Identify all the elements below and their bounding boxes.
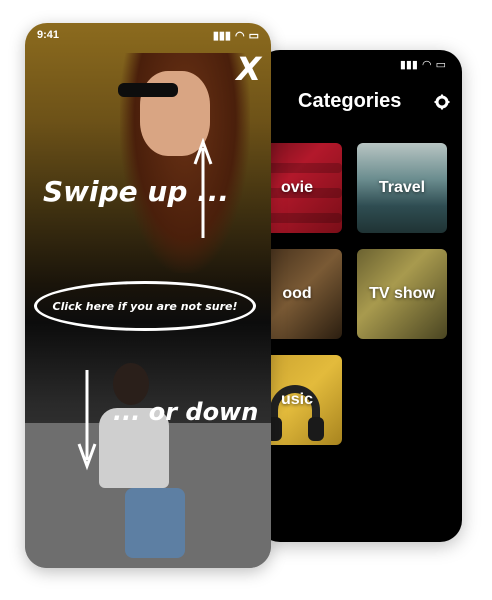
wifi-icon: ◠ xyxy=(421,59,432,71)
categories-screen: ▮▮▮ ◠ ▭ Categories ovie Travel ood TV sh… xyxy=(258,50,462,542)
sunglasses xyxy=(118,83,178,97)
battery-icon: ▭ xyxy=(435,59,446,71)
page-title: Categories xyxy=(298,90,402,112)
not-sure-label: Click here if you are not sure! xyxy=(52,299,238,313)
signal-icon: ▮▮▮ xyxy=(212,30,231,42)
swipe-tutorial-screen: 9:41 ▮▮▮ ◠ ▭ X Swipe up ... Click here i… xyxy=(25,23,271,568)
category-label: ovie xyxy=(280,179,313,196)
down-arrow-icon xyxy=(77,370,97,471)
status-icons: ▮▮▮ ◠ ▭ xyxy=(400,58,446,71)
wifi-icon: ◠ xyxy=(234,30,245,42)
category-label: TV show xyxy=(369,285,435,302)
close-button[interactable]: X xyxy=(236,53,261,85)
gear-icon[interactable] xyxy=(434,94,450,110)
category-label: Travel xyxy=(378,179,426,196)
category-tile-tv-show[interactable]: TV show xyxy=(357,249,447,339)
battery-icon: ▭ xyxy=(248,30,259,42)
status-bar: 9:41 ▮▮▮ ◠ ▭ xyxy=(37,29,259,42)
signal-icon: ▮▮▮ xyxy=(399,59,418,71)
swipe-down-hint: ... or down xyxy=(113,398,259,426)
up-arrow-icon xyxy=(193,138,213,238)
status-time: 9:41 xyxy=(37,29,60,41)
category-label: usic xyxy=(280,391,313,408)
not-sure-button[interactable]: Click here if you are not sure! xyxy=(34,281,256,331)
category-tile-travel[interactable]: Travel xyxy=(357,143,447,233)
category-label: ood xyxy=(282,285,312,302)
